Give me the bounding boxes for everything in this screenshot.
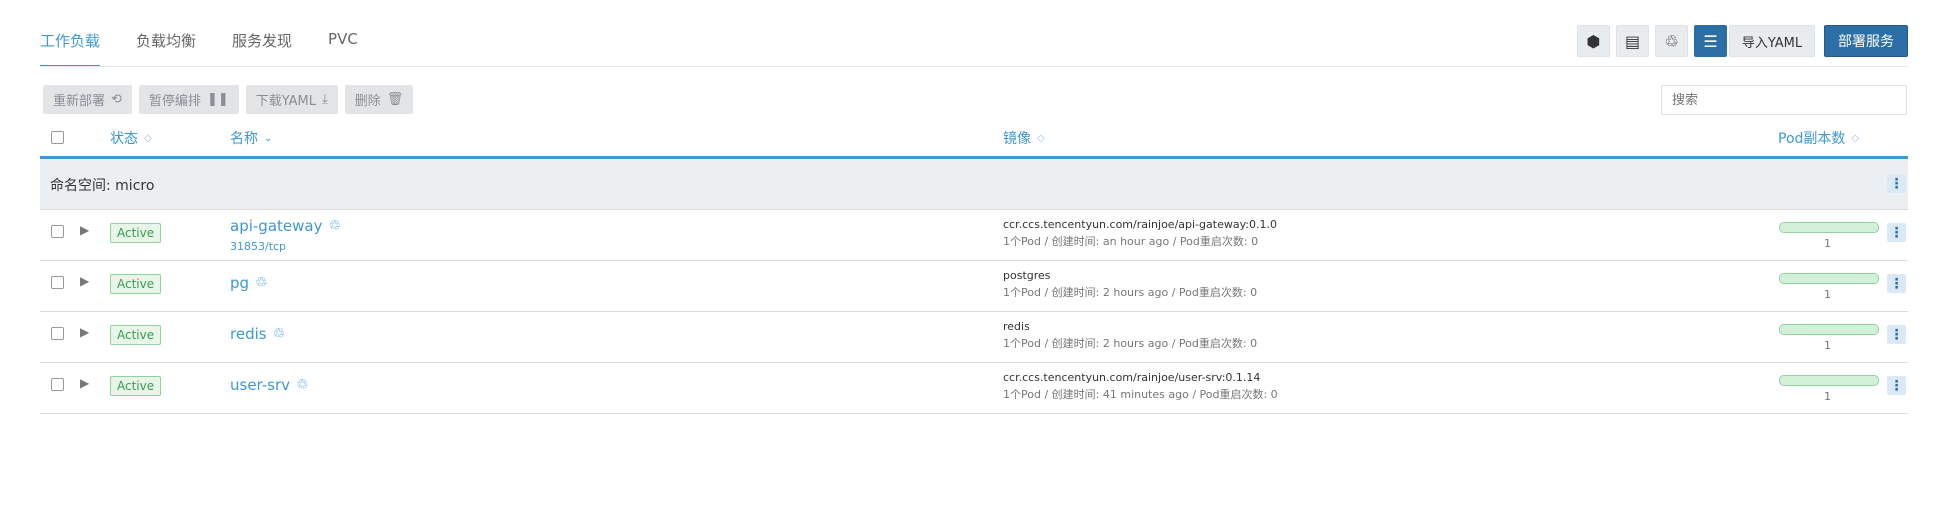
pod-meta: 1个Pod / 创建时间: 2 hours ago / Pod重启次数: 0 [1003,337,1258,350]
table-row: ▶ Active api-gateway ♲ 31853/tcp ccr.ccs… [40,210,1908,261]
view-toggle-group: ⬢ ▤ ♲ ☰ [1577,25,1727,57]
expand-icon[interactable]: ▶ [80,325,89,339]
pod-meta: 1个Pod / 创建时间: 41 minutes ago / Pod重启次数: … [1003,388,1278,401]
pod-meta: 1个Pod / 创建时间: an hour ago / Pod重启次数: 0 [1003,235,1259,248]
column-name[interactable]: 名称 ⌄ [230,128,272,148]
balancer-icon: ♲ [272,326,286,342]
table-row: ▶ Active pg ♲ postgres 1个Pod / 创建时间: 2 h… [40,261,1908,312]
sort-icon: ◇ [1037,132,1045,144]
row-checkbox[interactable] [51,327,64,340]
pause-label: 暂停编排 [148,94,201,109]
column-image-label: 镜像 [1003,131,1031,147]
workload-name-label: pg [230,274,250,292]
image-name: postgres [1003,269,1051,282]
sort-down-icon: ⌄ [264,132,273,144]
replica-progress-fill [1780,376,1878,385]
expand-icon[interactable]: ▶ [80,376,89,390]
workload-name[interactable]: api-gateway ♲ [230,217,341,235]
replica-count: 1 [1824,390,1831,403]
sort-icon: ◇ [144,132,152,144]
tab-pvc[interactable]: PVC [328,22,358,67]
namespace-label: 命名空间: micro [50,178,155,194]
replica-count: 1 [1824,339,1831,352]
replica-count: 1 [1824,237,1831,250]
workload-name-label: user-srv [230,376,291,394]
workload-name-label: redis [230,325,267,343]
column-state[interactable]: 状态 ◇ [110,128,152,148]
column-replicas[interactable]: Pod副本数 ◇ [1778,128,1859,148]
row-checkbox[interactable] [51,225,64,238]
trash-icon: 🗑 [386,92,404,107]
search-input[interactable] [1661,85,1907,115]
expand-icon[interactable]: ▶ [80,274,89,288]
kebab-menu-icon[interactable]: ⋮ [1887,376,1906,395]
table-header: 状态 ◇ 名称 ⌄ 镜像 ◇ Pod副本数 ◇ [40,122,1908,159]
replica-progress-bar [1779,324,1879,335]
workload-name[interactable]: redis ♲ [230,325,285,343]
redeploy-button[interactable]: 重新部署 ⟲ [43,85,132,114]
column-name-label: 名称 [230,131,258,147]
status-badge: Active [110,223,162,243]
status-badge: Active [110,376,162,396]
list-icon[interactable]: ▤ [1616,25,1649,57]
workload-name-label: api-gateway [230,217,323,235]
workloads-page: 工作负载 负载均衡 服务发现 PVC ⬢ ▤ ♲ ☰ 导入YAML 部署服务 重… [0,0,1948,509]
pod-meta: 1个Pod / 创建时间: 2 hours ago / Pod重启次数: 0 [1003,286,1258,299]
table-row: ▶ Active user-srv ♲ ccr.ccs.tencentyun.c… [40,363,1908,414]
tab-bar: 工作负载 负载均衡 服务发现 PVC [40,22,358,67]
balancer-icon: ♲ [328,218,342,234]
download-icon: ⤓ [322,92,328,107]
download-label: 下载YAML [255,94,317,109]
replica-progress-fill [1780,274,1878,283]
kebab-menu-icon[interactable]: ⋮ [1887,174,1906,193]
kebab-menu-icon[interactable]: ⋮ [1887,325,1906,344]
image-name: redis [1003,320,1030,333]
port-link[interactable]: 31853/tcp [230,240,286,253]
sort-icon: ◇ [1851,132,1860,144]
expand-icon[interactable]: ▶ [80,223,89,237]
balancer-icon[interactable]: ♲ [1655,25,1688,57]
select-all-checkbox[interactable] [51,131,64,144]
download-yaml-button[interactable]: 下载YAML ⤓ [245,85,338,114]
hexagon-icon[interactable]: ⬢ [1577,25,1610,57]
import-yaml-button[interactable]: 导入YAML [1729,25,1815,57]
column-image[interactable]: 镜像 ◇ [1003,128,1045,148]
status-badge: Active [110,325,162,345]
replica-progress-bar [1779,273,1879,284]
table-row: ▶ Active redis ♲ redis 1个Pod / 创建时间: 2 h… [40,312,1908,363]
pause-icon: ❚❚ [206,92,229,107]
redeploy-label: 重新部署 [53,94,106,109]
image-name: ccr.ccs.tencentyun.com/rainjoe/user-srv:… [1003,371,1261,384]
image-name: ccr.ccs.tencentyun.com/rainjoe/api-gatew… [1003,218,1277,231]
tabs-divider [40,66,1908,67]
tab-workloads[interactable]: 工作负载 [40,22,101,67]
namespace-group-row: 命名空间: micro ⋮ [40,159,1908,210]
workload-name[interactable]: user-srv ♲ [230,376,309,394]
status-badge: Active [110,274,162,294]
column-state-label: 状态 [110,131,138,147]
workload-name[interactable]: pg ♲ [230,274,268,292]
balancer-icon: ♲ [296,377,309,393]
replica-count: 1 [1824,288,1831,301]
tree-icon[interactable]: ☰ [1694,25,1727,57]
row-checkbox[interactable] [51,276,64,289]
delete-button[interactable]: 删除 🗑 [344,85,414,114]
row-checkbox[interactable] [51,378,64,391]
replica-progress-fill [1780,223,1878,232]
kebab-menu-icon[interactable]: ⋮ [1887,274,1906,293]
bulk-actions: 重新部署 ⟲ 暂停编排 ❚❚ 下载YAML ⤓ 删除 🗑 [43,85,414,114]
pause-button[interactable]: 暂停编排 ❚❚ [138,85,239,114]
tab-load-balancing[interactable]: 负载均衡 [136,22,196,67]
tab-service-discovery[interactable]: 服务发现 [232,22,292,67]
deploy-service-button[interactable]: 部署服务 [1824,25,1908,57]
column-replicas-label: Pod副本数 [1778,131,1846,147]
balancer-icon: ♲ [255,275,268,291]
redeploy-icon: ⟲ [111,92,122,107]
replica-progress-fill [1780,325,1878,334]
delete-label: 删除 [354,94,381,109]
replica-progress-bar [1779,375,1879,386]
replica-progress-bar [1779,222,1879,233]
kebab-menu-icon[interactable]: ⋮ [1887,223,1906,242]
